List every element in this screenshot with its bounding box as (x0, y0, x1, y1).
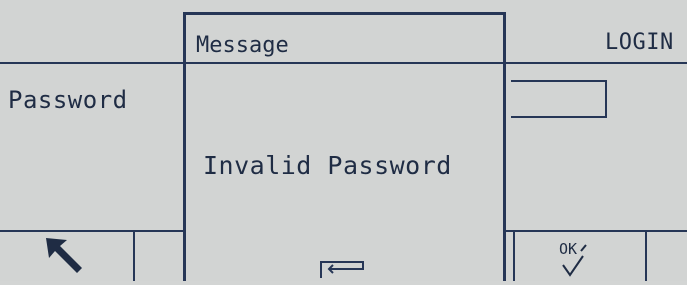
dialog-message: Invalid Password (203, 151, 452, 180)
enter-key-icon (320, 261, 364, 278)
terminal-screen: LOGIN Password OK Message Invalid Passwo… (0, 0, 687, 281)
softkey-empty-5[interactable] (647, 232, 687, 281)
message-dialog: Message Invalid Password (183, 12, 506, 281)
softkey-ok[interactable]: OK (515, 232, 645, 281)
dialog-title: Message (196, 33, 289, 58)
screen-title: LOGIN (605, 30, 674, 55)
password-label: Password (8, 86, 128, 114)
arrow-up-left-icon (46, 238, 82, 273)
dialog-confirm-button[interactable] (319, 255, 367, 279)
softkey-empty-2[interactable] (135, 232, 183, 281)
password-field[interactable] (511, 80, 607, 118)
checkmark-icon (562, 244, 587, 277)
softkey-back[interactable] (0, 232, 133, 281)
dialog-titlebar: Message (186, 15, 503, 64)
